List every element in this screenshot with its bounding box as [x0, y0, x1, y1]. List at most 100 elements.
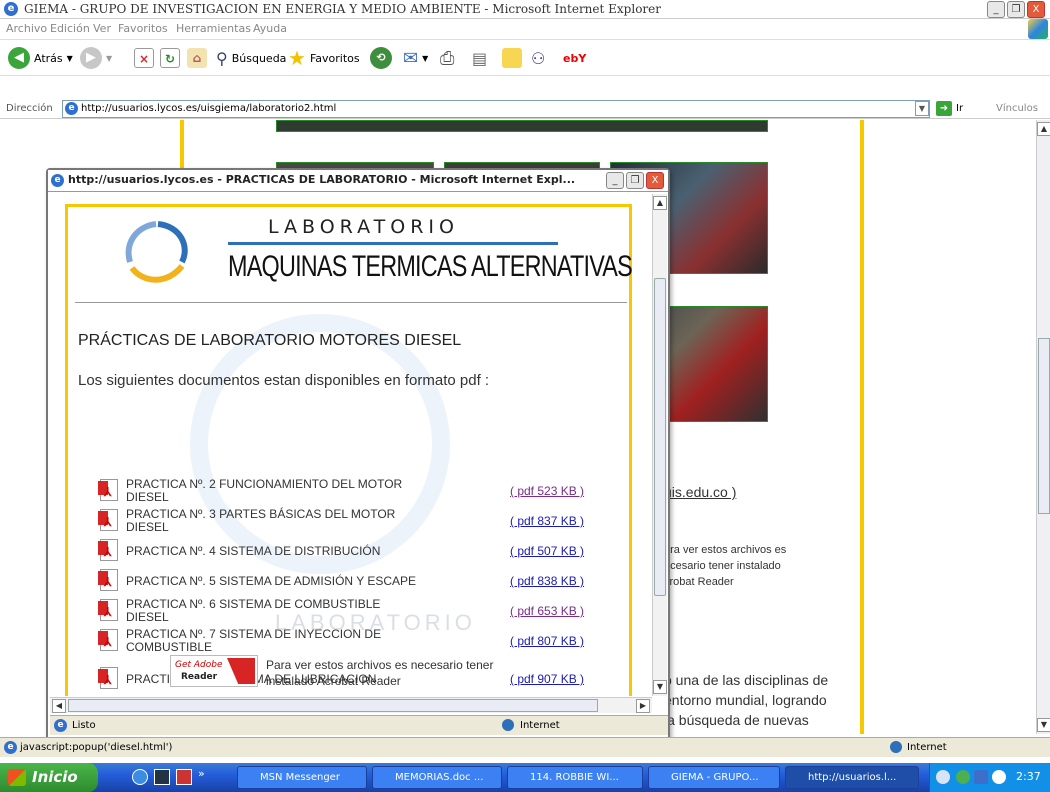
ebay-icon[interactable]: ebY	[563, 52, 586, 65]
scroll-up-icon[interactable]: ▲	[1037, 122, 1050, 136]
popup-scroll-left-icon[interactable]: ◀	[52, 699, 66, 713]
maximize-button[interactable]: ❐	[1007, 1, 1025, 18]
popup-intro: Los siguientes documentos estan disponib…	[78, 372, 490, 389]
lab-logo-icon	[125, 221, 188, 283]
menu-ver[interactable]: Ver	[93, 22, 111, 35]
reader-note: Para ver estos archivos es necesario ten…	[266, 658, 494, 688]
popup-horizontal-scrollbar[interactable]: ◀ ▶	[50, 697, 652, 713]
quicklaunch-desktop-icon[interactable]	[154, 769, 170, 785]
tray-msn-icon[interactable]	[956, 770, 970, 784]
menu-bar: Archivo Edición Ver Favoritos Herramient…	[0, 19, 1050, 40]
main-vertical-scrollbar[interactable]: ▲ ▼	[1036, 120, 1050, 734]
menu-archivo[interactable]: Archivo	[6, 22, 47, 35]
status-bar: e javascript:popup('diesel.html') Intern…	[0, 737, 1050, 757]
favorites-star-icon: ★	[288, 46, 306, 70]
toolbar: ◀ Atrás ▼ ▶ ▼ × ↻ ⌂ ⚲ Búsqueda ★ Favorit…	[0, 40, 1050, 76]
home-icon[interactable]: ⌂	[187, 48, 207, 68]
popup-scroll-thumb[interactable]	[654, 278, 666, 596]
forward-arrow-icon: ▶	[80, 47, 102, 69]
clock: 2:37	[1016, 770, 1041, 783]
history-icon[interactable]: ⟲	[370, 47, 392, 69]
logo-top-text: LABORATORIO	[268, 216, 459, 238]
task-msn-messenger[interactable]: MSN Messenger	[237, 766, 367, 789]
popup-title-bar: e http://usuarios.lycos.es - PRACTICAS D…	[48, 170, 668, 192]
status-text: javascript:popup('diesel.html')	[20, 742, 173, 753]
status-page-icon: e	[4, 741, 17, 754]
pdf-link[interactable]: ( pdf 507 KB )	[510, 544, 584, 558]
watermark-text: LABORATORIO	[275, 610, 476, 635]
ie-icon: e	[4, 2, 18, 16]
pdf-link[interactable]: ( pdf 653 KB )	[510, 604, 584, 618]
pdf-link[interactable]: ( pdf 838 KB )	[510, 574, 584, 588]
reader-note-line-1: ara ver estos archivos es	[664, 544, 787, 556]
popup-scroll-down-icon[interactable]: ▼	[653, 680, 667, 694]
print-icon[interactable]: ⎙	[440, 48, 454, 69]
go-button[interactable]: Ir	[956, 103, 963, 114]
pdf-icon: ⅄	[98, 479, 120, 503]
popup-window: e http://usuarios.lycos.es - PRACTICAS D…	[46, 168, 670, 739]
address-input[interactable]: e http://usuarios.lycos.es/uisgiema/labo…	[62, 100, 930, 118]
back-arrow-icon: ◀	[8, 47, 30, 69]
notes-icon[interactable]	[502, 48, 522, 68]
start-label: Inicio	[32, 768, 78, 786]
favorites-button[interactable]: ★ Favoritos	[288, 46, 360, 70]
favorites-label: Favoritos	[309, 51, 360, 65]
tray-volume-icon[interactable]	[992, 770, 1006, 784]
pdf-link[interactable]: ( pdf 837 KB )	[510, 514, 584, 528]
back-button[interactable]: ◀ Atrás ▼	[8, 47, 73, 69]
popup-scroll-up-icon[interactable]: ▲	[653, 196, 667, 210]
address-url: http://usuarios.lycos.es/uisgiema/labora…	[81, 103, 337, 114]
popup-hscroll-thumb[interactable]	[68, 699, 598, 712]
menu-ayuda[interactable]: Ayuda	[253, 22, 287, 35]
badge-bottom-text: Reader	[181, 672, 218, 682]
task-memorias[interactable]: MEMORIAS.doc ...	[372, 766, 502, 789]
close-button[interactable]: X	[1027, 1, 1045, 18]
task-popup[interactable]: http://usuarios.l...	[785, 766, 919, 789]
start-button[interactable]: Inicio	[0, 763, 98, 792]
get-adobe-reader-badge[interactable]: Get Adobe Reader	[170, 655, 258, 687]
reader-note-line-3: crobat Reader	[664, 576, 734, 588]
paragraph-line-3: la búsqueda de nuevas	[664, 712, 809, 728]
mail-icon[interactable]: ✉	[403, 48, 418, 69]
refresh-icon[interactable]: ↻	[160, 48, 180, 68]
page-icon: e	[65, 102, 78, 115]
pdf-link[interactable]: ( pdf 807 KB )	[510, 634, 584, 648]
forward-button[interactable]: ▶ ▼	[80, 47, 112, 69]
menu-favoritos[interactable]: Favoritos	[118, 22, 168, 35]
windows-flag-icon	[8, 769, 26, 786]
scroll-thumb[interactable]	[1038, 338, 1050, 514]
tray-arrow-icon[interactable]	[936, 770, 950, 784]
quicklaunch-app-icon[interactable]	[176, 769, 192, 785]
minimize-button[interactable]: _	[987, 1, 1005, 18]
go-arrow-icon[interactable]: ➜	[936, 101, 952, 116]
menu-edicion[interactable]: Edición	[50, 22, 90, 35]
links-label[interactable]: Vínculos	[996, 103, 1038, 114]
pdf-icon: ⅄	[98, 539, 120, 563]
logo-rule	[228, 242, 558, 245]
popup-scroll-right-icon[interactable]: ▶	[636, 699, 650, 713]
pdf-link[interactable]: ( pdf 523 KB )	[510, 484, 584, 498]
messenger-icon[interactable]: ⚇	[531, 49, 545, 68]
popup-close-button[interactable]: X	[646, 172, 664, 189]
tray-network-icon[interactable]	[974, 770, 988, 784]
scroll-down-icon[interactable]: ▼	[1037, 718, 1050, 732]
task-giema[interactable]: GIEMA - GRUPO...	[648, 766, 780, 789]
address-label: Dirección	[6, 103, 53, 114]
quicklaunch-more-icon[interactable]: »	[198, 767, 205, 780]
quicklaunch-ie-icon[interactable]	[132, 769, 148, 785]
menu-herramientas[interactable]: Herramientas	[176, 22, 251, 35]
popup-ie-icon: e	[51, 174, 64, 187]
popup-vertical-scrollbar[interactable]: ▲ ▼	[652, 194, 667, 696]
popup-maximize-button[interactable]: ❐	[626, 172, 644, 189]
email-fragment[interactable]: uis.edu.co )	[664, 484, 736, 500]
main-title-bar: e GIEMA - GRUPO DE INVESTIGACION EN ENER…	[0, 0, 1050, 19]
popup-content: LABORATORIO MAQUINAS TERMICAS ALTERNATIV…	[50, 194, 650, 696]
task-robbie[interactable]: 114. ROBBIE WI...	[507, 766, 643, 789]
stop-icon[interactable]: ×	[134, 48, 154, 68]
address-bar: Dirección e http://usuarios.lycos.es/uis…	[0, 99, 1050, 119]
search-button[interactable]: ⚲ Búsqueda	[216, 47, 286, 69]
address-dropdown-icon[interactable]: ▼	[915, 101, 929, 116]
back-label: Atrás	[34, 51, 63, 65]
edit-icon[interactable]: ▤	[472, 49, 487, 68]
popup-minimize-button[interactable]: _	[606, 172, 624, 189]
